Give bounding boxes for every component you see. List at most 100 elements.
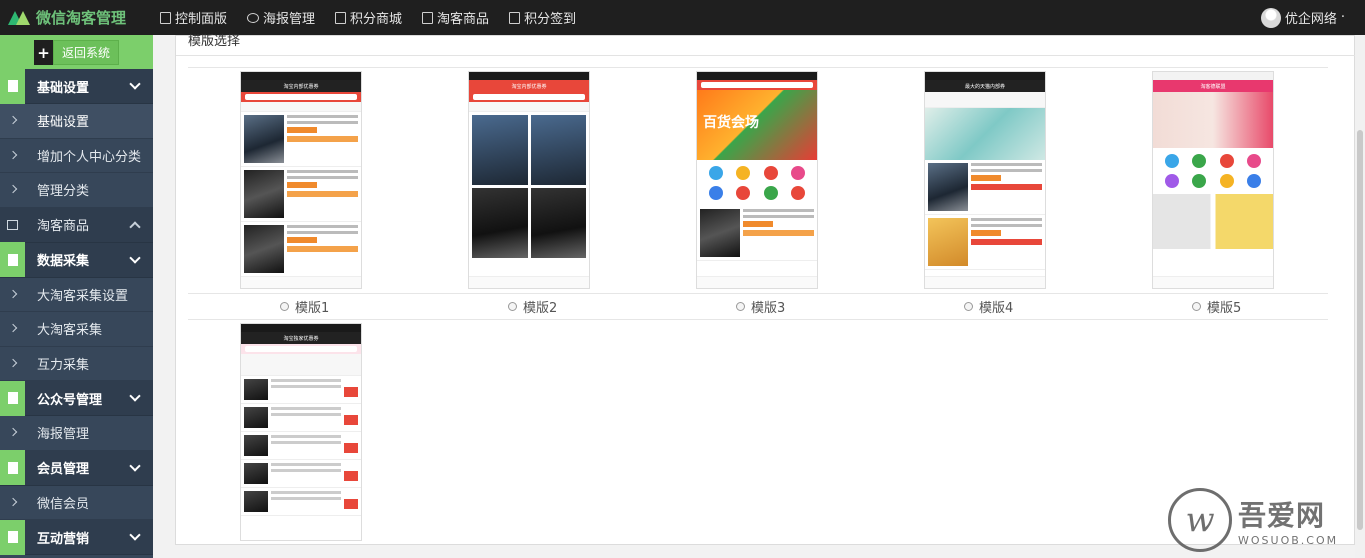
divider <box>176 55 1356 56</box>
item-label: 大淘客采集 <box>37 323 103 339</box>
preview-header: 最大的天猫内部券 <box>925 80 1045 92</box>
item-label: 基础设置 <box>37 115 90 131</box>
chevron-right-icon <box>8 150 18 159</box>
item-label: 大淘客采集设置 <box>37 288 129 304</box>
radio-button[interactable] <box>964 302 973 311</box>
section-label: 基础设置 <box>37 80 90 96</box>
section-label: 数据采集 <box>37 254 90 269</box>
chevron-right-icon <box>8 497 18 506</box>
sidebar-section-collect[interactable]: 数据采集 <box>0 242 153 278</box>
sidebar-item-manage-category[interactable]: 管理分类 <box>0 173 153 208</box>
sidebar-item-dtk-collect[interactable]: 大淘客采集 <box>0 312 153 347</box>
watermark-domain: WOSUOB.COM <box>1238 533 1339 547</box>
template-card-2[interactable]: 淘宝内部优惠券 模版2 <box>468 71 590 316</box>
template-preview-6[interactable]: 淘宝独家优惠券 <box>240 323 362 541</box>
nav-taoke-goods[interactable]: 淘客商品 <box>422 8 489 27</box>
preview-header: 淘宝独家优惠券 <box>241 332 361 344</box>
item-label: 互力采集 <box>37 357 90 373</box>
template-card-1[interactable]: 淘宝内部优惠券 模版1 <box>240 71 362 316</box>
template-card-6[interactable]: 淘宝独家优惠券 <box>240 323 362 541</box>
template-option-3[interactable]: 模版3 <box>736 297 785 316</box>
template-option-4[interactable]: 模版4 <box>964 297 1013 316</box>
chevron-right-icon <box>8 358 18 367</box>
radio-button[interactable] <box>1192 302 1201 311</box>
section-label: 互动营销 <box>37 531 90 547</box>
chevron-down-icon <box>129 78 141 90</box>
chevron-down-icon <box>129 251 141 264</box>
template-preview-4[interactable]: 最大的天猫内部券 <box>924 71 1046 289</box>
template-option-2[interactable]: 模版2 <box>508 297 557 316</box>
sidebar-item-poster[interactable]: 海报管理 <box>0 416 153 451</box>
nav-checkin[interactable]: 积分签到 <box>509 8 576 27</box>
watermark-logo-icon: w <box>1168 488 1232 552</box>
columns-icon <box>0 207 25 242</box>
sidebar-section-official[interactable]: 公众号管理 <box>0 380 153 416</box>
chevron-right-icon <box>8 427 18 437</box>
nav-dashboard[interactable]: 控制面版 <box>160 8 227 27</box>
template-preview-2[interactable]: 淘宝内部优惠券 <box>468 71 590 289</box>
template-label: 模版5 <box>1207 301 1242 316</box>
template-label: 模版1 <box>295 301 330 316</box>
sidebar-section-marketing[interactable]: 互动营销 <box>0 519 153 555</box>
brand[interactable]: 微信淘客管理 <box>8 0 126 35</box>
preview-banner: 百货会场 <box>703 115 759 131</box>
logo-icon <box>8 10 30 25</box>
item-label: 海报管理 <box>37 427 90 443</box>
chevron-up-icon <box>129 220 141 233</box>
plus-icon: + <box>34 40 53 65</box>
radio-button[interactable] <box>736 302 745 311</box>
template-card-3[interactable]: 百货会场 模版3 <box>696 71 818 316</box>
preview-header: 淘宝内部优惠券 <box>241 80 361 92</box>
nav-label: 控制面版 <box>175 12 228 27</box>
doc-icon <box>0 242 25 277</box>
template-card-5[interactable]: 淘客德联盟 模版5 <box>1152 71 1274 316</box>
template-label: 模版3 <box>751 301 786 316</box>
scrollbar-thumb[interactable] <box>1357 130 1363 530</box>
nav-label: 积分商城 <box>350 12 403 27</box>
template-panel: 模版选择 淘宝内部优惠券 模版1 淘宝内部优惠券 模版2 百货会场 模版3 最大… <box>175 34 1356 545</box>
item-label: 管理分类 <box>37 184 90 200</box>
radio-button[interactable] <box>280 302 289 311</box>
sidebar-item-dtk-settings[interactable]: 大淘客采集设置 <box>0 278 153 312</box>
goods-icon <box>422 11 434 24</box>
watermark: w 吾爱网 WOSUOB.COM <box>1168 488 1338 552</box>
nav-label: 淘客商品 <box>437 12 490 27</box>
template-option-5[interactable]: 模版5 <box>1192 297 1241 316</box>
doc-icon <box>0 68 25 104</box>
template-option-1[interactable]: 模版1 <box>280 297 329 316</box>
chevron-right-icon <box>8 115 18 125</box>
checkin-icon <box>509 11 521 24</box>
template-label: 模版2 <box>523 301 558 316</box>
preview-header: 淘客德联盟 <box>1153 80 1273 92</box>
sidebar-item-huli-collect[interactable]: 互力采集 <box>0 347 153 381</box>
chevron-right-icon <box>8 184 18 194</box>
sidebar-item-basic-settings[interactable]: 基础设置 <box>0 104 153 139</box>
user-menu[interactable]: 优企网络 · <box>1260 0 1345 35</box>
sidebar: + 返回系统 基础设置 基础设置 增加个人中心分类 管理分类 淘客商品 数据采集… <box>0 35 153 558</box>
sidebar-item-wechat-members[interactable]: 微信会员 <box>0 486 153 520</box>
template-preview-1[interactable]: 淘宝内部优惠券 <box>240 71 362 289</box>
chevron-right-icon <box>8 289 18 298</box>
divider <box>188 293 1328 294</box>
main-content: 模版选择 淘宝内部优惠券 模版1 淘宝内部优惠券 模版2 百货会场 模版3 最大… <box>153 34 1365 558</box>
template-preview-3[interactable]: 百货会场 <box>696 71 818 289</box>
template-card-4[interactable]: 最大的天猫内部券 模版4 <box>924 71 1046 316</box>
chevron-right-icon <box>8 323 18 333</box>
sidebar-item-add-category[interactable]: 增加个人中心分类 <box>0 139 153 173</box>
item-label: 增加个人中心分类 <box>37 149 142 165</box>
template-preview-5[interactable]: 淘客德联盟 <box>1152 71 1274 289</box>
doc-icon <box>0 450 25 485</box>
sidebar-section-goods[interactable]: 淘客商品 <box>0 207 153 243</box>
item-label: 微信会员 <box>37 496 90 512</box>
sidebar-section-members[interactable]: 会员管理 <box>0 450 153 486</box>
sidebar-section-basic[interactable]: 基础设置 <box>0 68 153 104</box>
back-label: 返回系统 <box>53 40 120 65</box>
nav-points-mall[interactable]: 积分商城 <box>335 8 402 27</box>
nav-label: 海报管理 <box>263 12 316 27</box>
template-label: 模版4 <box>979 301 1014 316</box>
divider <box>188 67 1328 68</box>
radio-button[interactable] <box>508 302 517 311</box>
nav-poster[interactable]: 海报管理 <box>247 8 315 27</box>
scrollbar[interactable] <box>1355 35 1365 558</box>
back-button[interactable]: + 返回系统 <box>34 40 120 65</box>
